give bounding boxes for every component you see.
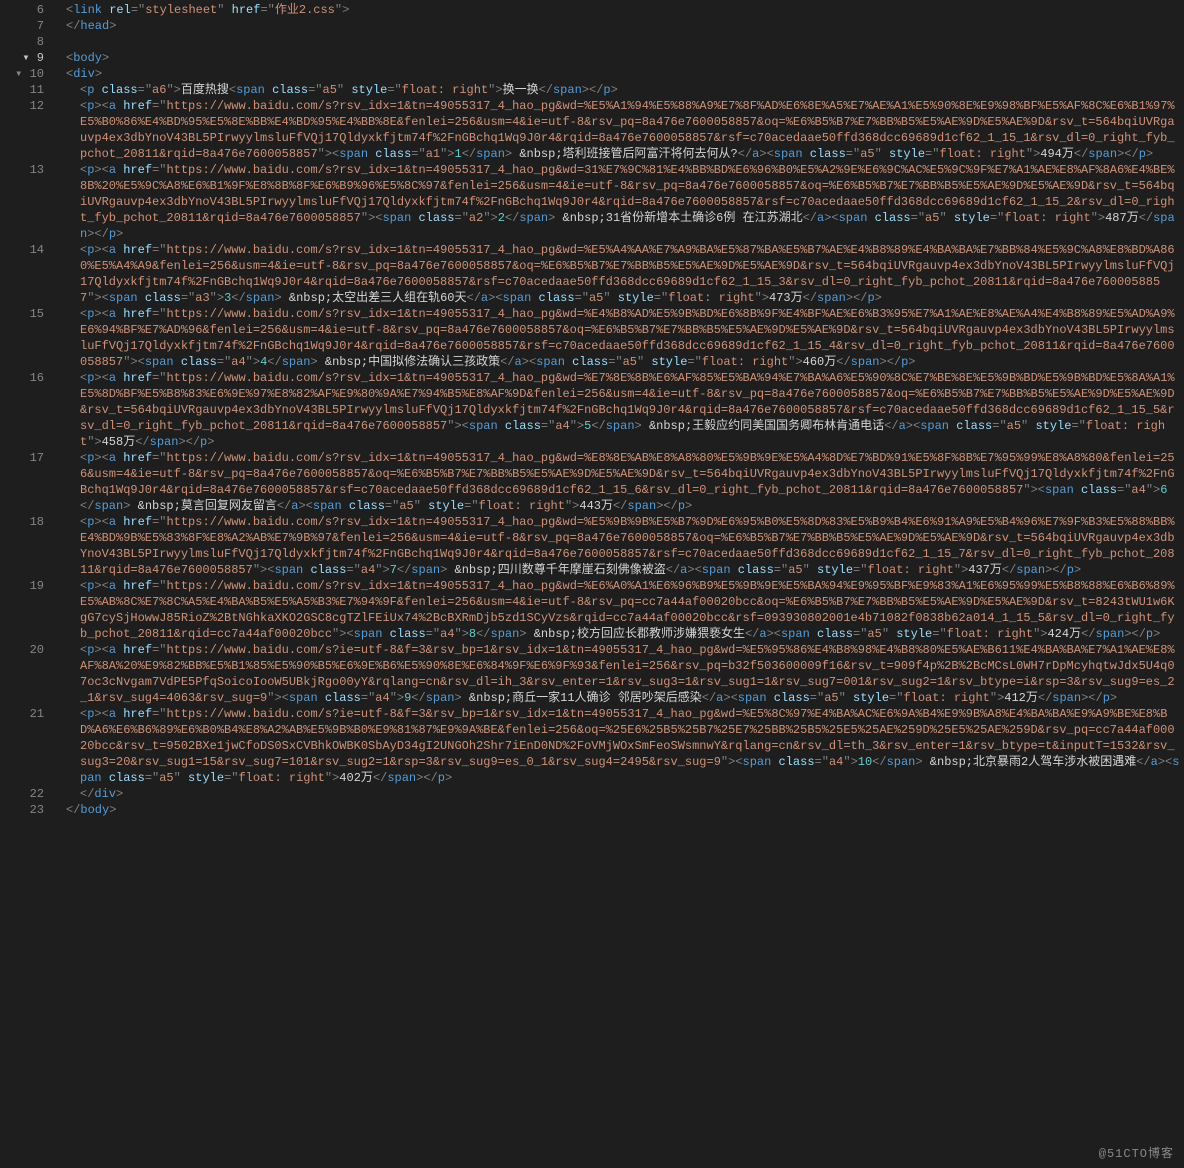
line-number: 8 (0, 34, 44, 50)
code-line-item-15[interactable]: <p><a href="https://www.baidu.com/s?rsv_… (52, 306, 1180, 370)
line-number: ▾ 9 (0, 50, 44, 66)
code-line-item-14[interactable]: <p><a href="https://www.baidu.com/s?rsv_… (52, 242, 1180, 306)
line-number: ▾ 10 (0, 66, 44, 82)
code-editor[interactable]: 678▾ 9▾ 1011121314151617181920212223 <li… (0, 0, 1184, 1168)
code-line-close-body[interactable]: </body> (52, 802, 1180, 818)
code-line-item-12[interactable]: <p><a href="https://www.baidu.com/s?rsv_… (52, 98, 1180, 162)
line-number: 20 (0, 642, 44, 706)
line-number: 19 (0, 578, 44, 642)
code-line-link[interactable]: <link rel="stylesheet" href="作业2.css"> (52, 2, 1180, 18)
code-line-item-18[interactable]: <p><a href="https://www.baidu.com/s?rsv_… (52, 514, 1180, 578)
code-line-close-div[interactable]: </div> (52, 786, 1180, 802)
line-number: 21 (0, 706, 44, 786)
code-line-item-13[interactable]: <p><a href="https://www.baidu.com/s?rsv_… (52, 162, 1180, 242)
code-line-item-20[interactable]: <p><a href="https://www.baidu.com/s?ie=u… (52, 642, 1180, 706)
code-area[interactable]: <link rel="stylesheet" href="作业2.css"></… (52, 0, 1184, 1168)
line-number: 23 (0, 802, 44, 818)
line-number: 18 (0, 514, 44, 578)
code-line-item-16[interactable]: <p><a href="https://www.baidu.com/s?rsv_… (52, 370, 1180, 450)
line-number-gutter: 678▾ 9▾ 1011121314151617181920212223 (0, 0, 52, 1168)
code-line-item-17[interactable]: <p><a href="https://www.baidu.com/s?rsv_… (52, 450, 1180, 514)
line-number: 7 (0, 18, 44, 34)
line-number: 16 (0, 370, 44, 450)
code-line-open-div[interactable]: <div> (52, 66, 1180, 82)
code-line-item-19[interactable]: <p><a href="https://www.baidu.com/s?rsv_… (52, 578, 1180, 642)
line-number: 15 (0, 306, 44, 370)
code-line-title[interactable]: <p class="a6">百度热搜<span class="a5" style… (52, 82, 1180, 98)
line-number: 12 (0, 98, 44, 162)
line-number: 17 (0, 450, 44, 514)
watermark: @51CTO博客 (1099, 1146, 1174, 1162)
line-number: 14 (0, 242, 44, 306)
code-line-open-body[interactable]: <body> (52, 50, 1180, 66)
code-line-close-head[interactable]: </head> (52, 18, 1180, 34)
line-number: 11 (0, 82, 44, 98)
line-number: 22 (0, 786, 44, 802)
line-number: 13 (0, 162, 44, 242)
code-line-item-21[interactable]: <p><a href="https://www.baidu.com/s?ie=u… (52, 706, 1180, 786)
line-number: 6 (0, 2, 44, 18)
code-line-blank[interactable] (52, 34, 1180, 50)
